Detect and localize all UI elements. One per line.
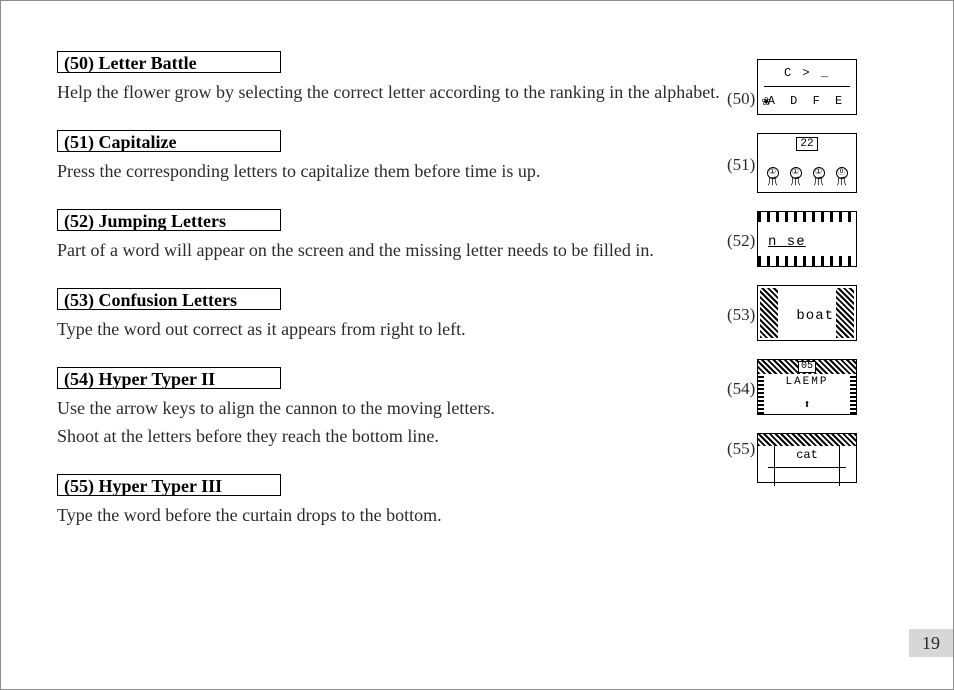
thumb-label: (50)	[727, 89, 755, 109]
falling-letters: LAEMP	[758, 376, 856, 388]
thumb-label: (52)	[727, 231, 755, 251]
pattern-border	[758, 256, 856, 266]
thumb-row-55: (55) cat	[757, 433, 897, 483]
thumb-52: n_se	[757, 211, 857, 267]
section-title: (53) Confusion Letters	[57, 288, 281, 310]
thumb-label: (54)	[727, 379, 755, 399]
section-desc: Type the word before the curtain drops t…	[57, 501, 897, 529]
timer-value: 22	[796, 137, 817, 151]
thumb-53: boat	[757, 285, 857, 341]
section-title: (51) Capitalize	[57, 130, 281, 152]
bug-row: ①爪 ①爪 ①爪 ⓪爪	[761, 154, 853, 189]
bug-icon: ①爪	[767, 167, 779, 189]
pattern-border	[758, 212, 856, 222]
score-box: 05	[798, 361, 816, 373]
thumb-50: C > _ ❀ A D F E	[757, 59, 857, 115]
page-number: 19	[909, 629, 953, 657]
lcd-timer: 22	[758, 137, 856, 151]
lcd-options: A D F E	[758, 94, 856, 108]
section-title: (55) Hyper Typer III	[57, 474, 281, 496]
thumb-row-50: (50) C > _ ❀ A D F E	[757, 59, 897, 115]
pattern-side	[760, 288, 778, 338]
thumb-row-51: (51) 22 ①爪 ①爪 ①爪 ⓪爪	[757, 133, 897, 193]
bug-icon: ⓪爪	[836, 167, 848, 189]
thumbnail-column: (50) C > _ ❀ A D F E (51) 22 ①爪 ①爪 ①爪 ⓪爪	[757, 59, 897, 501]
thumb-label: (53)	[727, 305, 755, 325]
section-title: (52) Jumping Letters	[57, 209, 281, 231]
thumb-row-52: (52) n_se	[757, 211, 897, 267]
thumb-row-54: (54) 05 LAEMP ⬆	[757, 359, 897, 415]
manual-page: (50) Letter Battle Help the flower grow …	[0, 0, 954, 690]
thumb-label: (55)	[727, 439, 755, 459]
thumb-55: cat	[757, 433, 857, 483]
thumb-row-53: (53) boat	[757, 285, 897, 341]
cannon-icon: ⬆	[758, 397, 856, 412]
lcd-word: cat	[758, 448, 856, 462]
lcd-divider	[764, 86, 850, 87]
thumb-54: 05 LAEMP ⬆	[757, 359, 857, 415]
desc-line: Type the word before the curtain drops t…	[57, 501, 897, 529]
pattern-top: 05	[758, 360, 856, 374]
section-title: (54) Hyper Typer II	[57, 367, 281, 389]
lcd-prompt: C > _	[758, 66, 856, 80]
bug-icon: ①爪	[790, 167, 802, 189]
stage-line	[768, 467, 846, 482]
lcd-word: n_se	[768, 234, 806, 250]
bug-icon: ①爪	[813, 167, 825, 189]
lcd-word: boat	[796, 308, 834, 324]
thumb-51: 22 ①爪 ①爪 ①爪 ⓪爪	[757, 133, 857, 193]
section-title: (50) Letter Battle	[57, 51, 281, 73]
bug-body-icon: 爪	[791, 179, 801, 189]
pattern-side	[836, 288, 854, 338]
bug-body-icon: 爪	[837, 179, 847, 189]
bug-body-icon: 爪	[814, 179, 824, 189]
bug-body-icon: 爪	[768, 179, 778, 189]
thumb-label: (51)	[727, 155, 755, 175]
pattern-top	[758, 434, 856, 446]
